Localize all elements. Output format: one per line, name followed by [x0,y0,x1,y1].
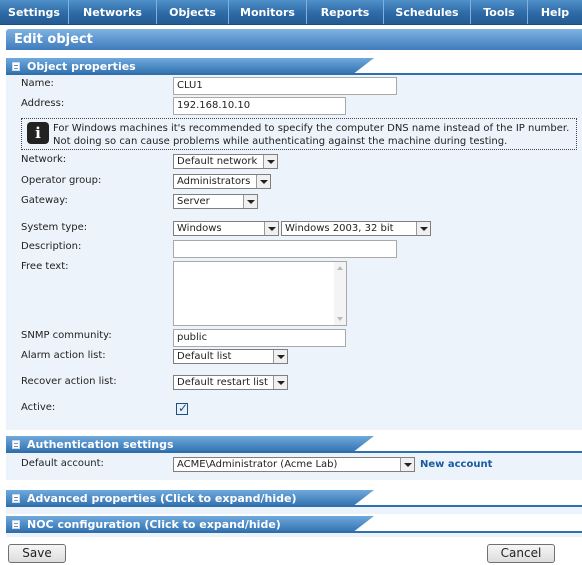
default-account-value: ACME\Administrator (Acme Lab) [177,459,338,470]
section-title: NOC configuration (Click to expand/hide) [27,518,281,531]
recover-action-select[interactable]: Default restart list [173,375,288,390]
default-account-label: Default account: [21,458,104,469]
nav-tools[interactable]: Tools [471,0,528,24]
gateway-select[interactable]: Server [173,194,258,209]
operator-group-select[interactable]: Administrators [173,174,271,189]
address-label: Address: [21,98,65,109]
free-text-textarea[interactable] [173,261,347,326]
network-select[interactable]: Default network [173,154,278,169]
operator-group-label: Operator group: [21,175,102,186]
description-input[interactable] [173,240,397,258]
scroll-up-icon [337,266,343,270]
new-account-link[interactable]: New account [420,459,492,470]
document-icon [12,520,20,529]
active-checkbox[interactable] [176,401,188,415]
active-label: Active: [21,402,56,413]
scroll-down-icon [337,317,343,321]
page-title-bar: Edit object [6,29,582,50]
system-version-select[interactable]: Windows 2003, 32 bit [281,221,431,236]
description-label: Description: [21,241,82,252]
advanced-panel [6,506,582,514]
document-icon [12,62,20,71]
nav-networks[interactable]: Networks [69,0,157,24]
chevron-down-icon [273,376,287,389]
name-label: Name: [21,78,54,89]
chevron-down-icon [416,222,430,235]
recover-action-label: Recover action list: [21,376,117,387]
nav-settings[interactable]: Settings [0,0,69,24]
save-button[interactable]: Save [8,544,66,563]
section-object-properties: Object properties [6,58,582,75]
nav-help[interactable]: Help [528,0,582,24]
alarm-action-select[interactable]: Default list [173,349,288,364]
system-type-label: System type: [21,222,88,233]
section-advanced[interactable]: Advanced properties (Click to expand/hid… [6,490,582,507]
document-icon [12,440,20,449]
section-authentication[interactable]: Authentication settings [6,436,582,453]
chevron-down-icon [263,155,277,168]
recover-action-value: Default restart list [177,377,268,388]
info-icon: i [27,122,49,144]
alarm-action-label: Alarm action list: [21,350,106,361]
section-noc[interactable]: NOC configuration (Click to expand/hide) [6,516,582,533]
system-type-value: Windows [177,223,222,234]
nav-reports[interactable]: Reports [307,0,384,24]
nav-objects[interactable]: Objects [157,0,229,24]
chevron-down-icon [400,458,414,471]
section-title: Authentication settings [27,438,174,451]
section-title: Object properties [27,60,136,73]
info-text: For Windows machines it's recommended to… [53,123,570,147]
textarea-scrollbar[interactable] [334,262,346,325]
gateway-label: Gateway: [21,195,68,206]
operator-group-value: Administrators [177,176,251,187]
free-text-label: Free text: [21,261,69,272]
chevron-down-icon [273,350,287,363]
default-account-select[interactable]: ACME\Administrator (Acme Lab) [173,457,415,472]
network-select-value: Default network [177,156,258,167]
main-nav: Settings Networks Objects Monitors Repor… [0,0,582,25]
alarm-action-value: Default list [177,351,232,362]
system-type-select[interactable]: Windows [173,221,279,236]
system-version-value: Windows 2003, 32 bit [285,223,394,234]
info-message: i For Windows machines it's recommended … [21,118,577,150]
cancel-button[interactable]: Cancel [487,544,555,563]
page-title: Edit object [14,32,93,47]
gateway-value: Server [177,196,210,207]
name-input[interactable]: CLU1 [173,77,397,95]
section-title: Advanced properties (Click to expand/hid… [27,492,297,505]
snmp-label: SNMP community: [21,330,112,341]
chevron-down-icon [243,195,257,208]
chevron-down-icon [264,222,278,235]
nav-schedules[interactable]: Schedules [384,0,471,24]
nav-monitors[interactable]: Monitors [229,0,307,24]
snmp-community-input[interactable]: public [173,329,346,347]
document-icon [12,494,20,503]
address-input[interactable]: 192.168.10.10 [173,97,346,115]
network-label: Network: [21,154,67,165]
chevron-down-icon [256,175,270,188]
